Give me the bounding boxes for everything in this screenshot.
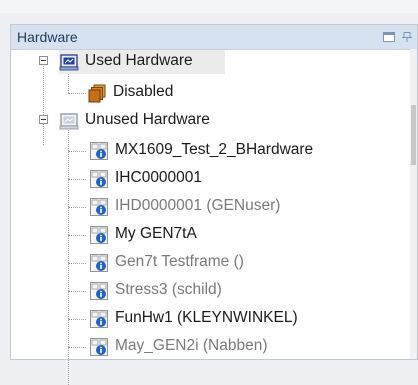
hardware-info-icon bbox=[90, 310, 108, 328]
tree-item[interactable]: May_GEN2i (Nabben) bbox=[11, 334, 391, 360]
tree-node-unused-hardware[interactable]: Unused Hardware bbox=[11, 108, 391, 134]
hardware-info-icon bbox=[90, 198, 108, 216]
hardware-info-icon bbox=[90, 170, 108, 188]
tree-node-label: Disabled bbox=[113, 83, 174, 100]
tree-item-label: May_GEN2i (Nabben) bbox=[115, 337, 268, 354]
tree-item[interactable]: IHC0000001 bbox=[11, 166, 391, 192]
tree-item-label: My GEN7tA bbox=[115, 225, 197, 242]
tree-item-label: Gen7t Testframe () bbox=[115, 253, 244, 270]
tree-item-label: MX1609_Test_2_BHardware bbox=[115, 141, 314, 158]
hardware-info-icon bbox=[90, 254, 108, 272]
tree-item[interactable]: MX1609_Test_2_BHardware bbox=[11, 138, 391, 164]
tree-node-disabled[interactable]: Disabled bbox=[11, 80, 391, 106]
tree-item[interactable]: Stress3 (schild) bbox=[11, 278, 391, 304]
collapse-toggle[interactable] bbox=[39, 56, 48, 65]
tree-item[interactable]: IHD0000001 (GENuser) bbox=[11, 194, 391, 220]
hardware-info-icon bbox=[90, 282, 108, 300]
scrollbar-thumb[interactable] bbox=[411, 105, 416, 165]
hardware-tree: Used Hardware Disabled Unused Hardware M… bbox=[11, 49, 409, 385]
disabled-folder-icon bbox=[88, 84, 106, 103]
tree-item-label: Stress3 (schild) bbox=[115, 281, 222, 298]
tree-item[interactable]: FunHw1 (KLEYNWINKEL) bbox=[11, 306, 391, 332]
panel-title-bar: Hardware bbox=[11, 25, 417, 50]
hardware-info-icon bbox=[90, 226, 108, 244]
window-position-icon[interactable] bbox=[383, 32, 395, 42]
hardware-folder-icon bbox=[59, 54, 79, 71]
tree-item-label: IHC0000001 bbox=[115, 169, 203, 186]
tree-node-label: Unused Hardware bbox=[85, 111, 210, 128]
vertical-scrollbar[interactable] bbox=[410, 49, 417, 359]
tree-item[interactable]: My GEN7tA bbox=[11, 222, 391, 248]
panel-title: Hardware bbox=[17, 29, 78, 45]
top-band bbox=[0, 0, 418, 13]
tree-node-used-hardware[interactable]: Used Hardware bbox=[11, 49, 391, 75]
pin-icon[interactable] bbox=[401, 32, 413, 42]
tree-item-label: IHD0000001 (GENuser) bbox=[115, 197, 281, 214]
tree-item[interactable]: Gen7t Testframe () bbox=[11, 250, 391, 276]
hardware-info-icon bbox=[90, 142, 108, 160]
hardware-folder-gray-icon bbox=[59, 113, 79, 130]
tree-node-label: Used Hardware bbox=[85, 52, 193, 69]
hardware-info-icon bbox=[90, 338, 108, 356]
collapse-toggle[interactable] bbox=[39, 115, 48, 124]
hardware-panel: Hardware Used Hardware Disabled Unused H… bbox=[10, 24, 418, 385]
tree-item-label: FunHw1 (KLEYNWINKEL) bbox=[115, 309, 298, 326]
